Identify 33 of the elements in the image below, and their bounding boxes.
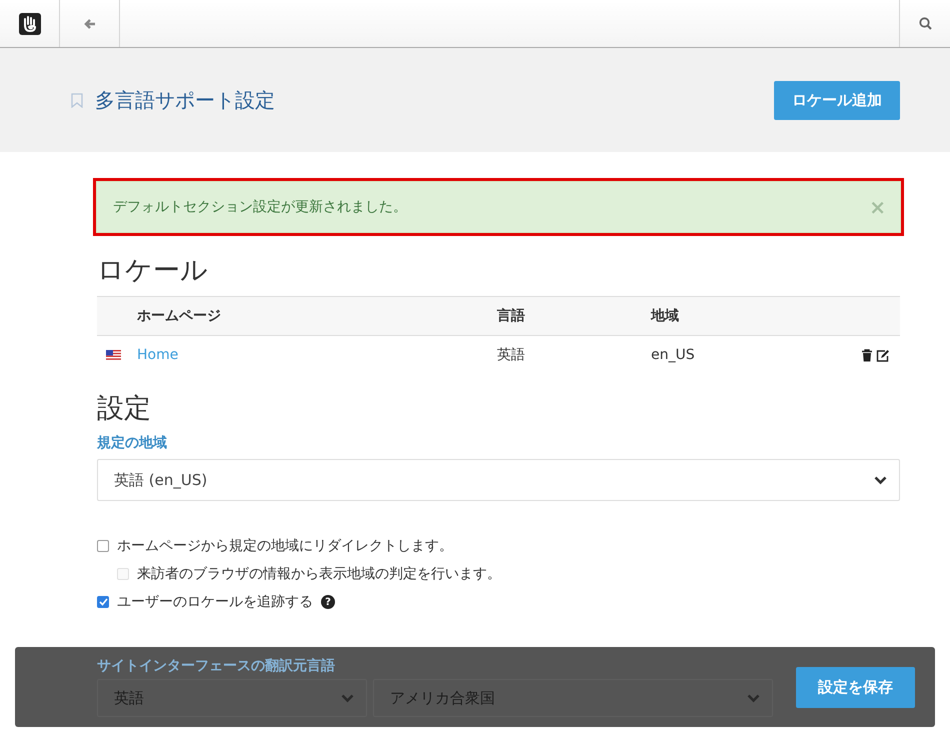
hand-logo-icon (18, 12, 40, 34)
column-header: 言語 (497, 307, 526, 325)
table-cell-text: en_US (651, 347, 696, 363)
home-link[interactable]: Home (137, 347, 497, 363)
field-label: 規定の地域 (97, 434, 168, 452)
checkbox[interactable] (97, 596, 109, 608)
chevron-down-icon (747, 694, 760, 702)
flag-icon (106, 350, 121, 360)
chevron-down-icon (874, 476, 887, 484)
close-button[interactable]: × (869, 195, 886, 219)
table-cell-text: 英語 (497, 346, 526, 364)
trash-icon[interactable] (861, 348, 873, 362)
back-arrow-icon (84, 18, 96, 30)
page-title: 多言語サポート設定 (95, 86, 275, 114)
chevron-down-icon (341, 694, 354, 702)
add-locale-button[interactable]: ロケール追加 (774, 80, 900, 120)
checkbox-label: ホームページから規定の地域にリダイレクトします。 (117, 537, 453, 555)
checkbox[interactable] (97, 540, 109, 552)
save-button[interactable]: 設定を保存 (796, 666, 915, 708)
section-heading: 設定 (97, 392, 152, 426)
search-icon (918, 17, 932, 30)
checkbox-label: ユーザーのロケールを追跡する (117, 593, 313, 611)
column-header: ホームページ (137, 307, 222, 325)
alert-message: デフォルトセクション設定が更新されました。 (113, 198, 407, 216)
checkbox-label: 来訪者のブラウザの情報から表示地域の判定を行います。 (137, 565, 501, 583)
field-label: サイトインターフェースの翻訳元言語 (97, 657, 336, 675)
country-select[interactable]: アメリカ合衆国 (373, 679, 773, 717)
edit-icon[interactable] (876, 348, 890, 362)
language-select[interactable]: 英語 (97, 679, 367, 717)
section-heading: ロケール (97, 254, 209, 288)
default-locale-select[interactable]: 英語 (en_US) (97, 459, 900, 501)
help-icon[interactable]: ? (321, 595, 335, 609)
column-header: 地域 (651, 307, 680, 325)
